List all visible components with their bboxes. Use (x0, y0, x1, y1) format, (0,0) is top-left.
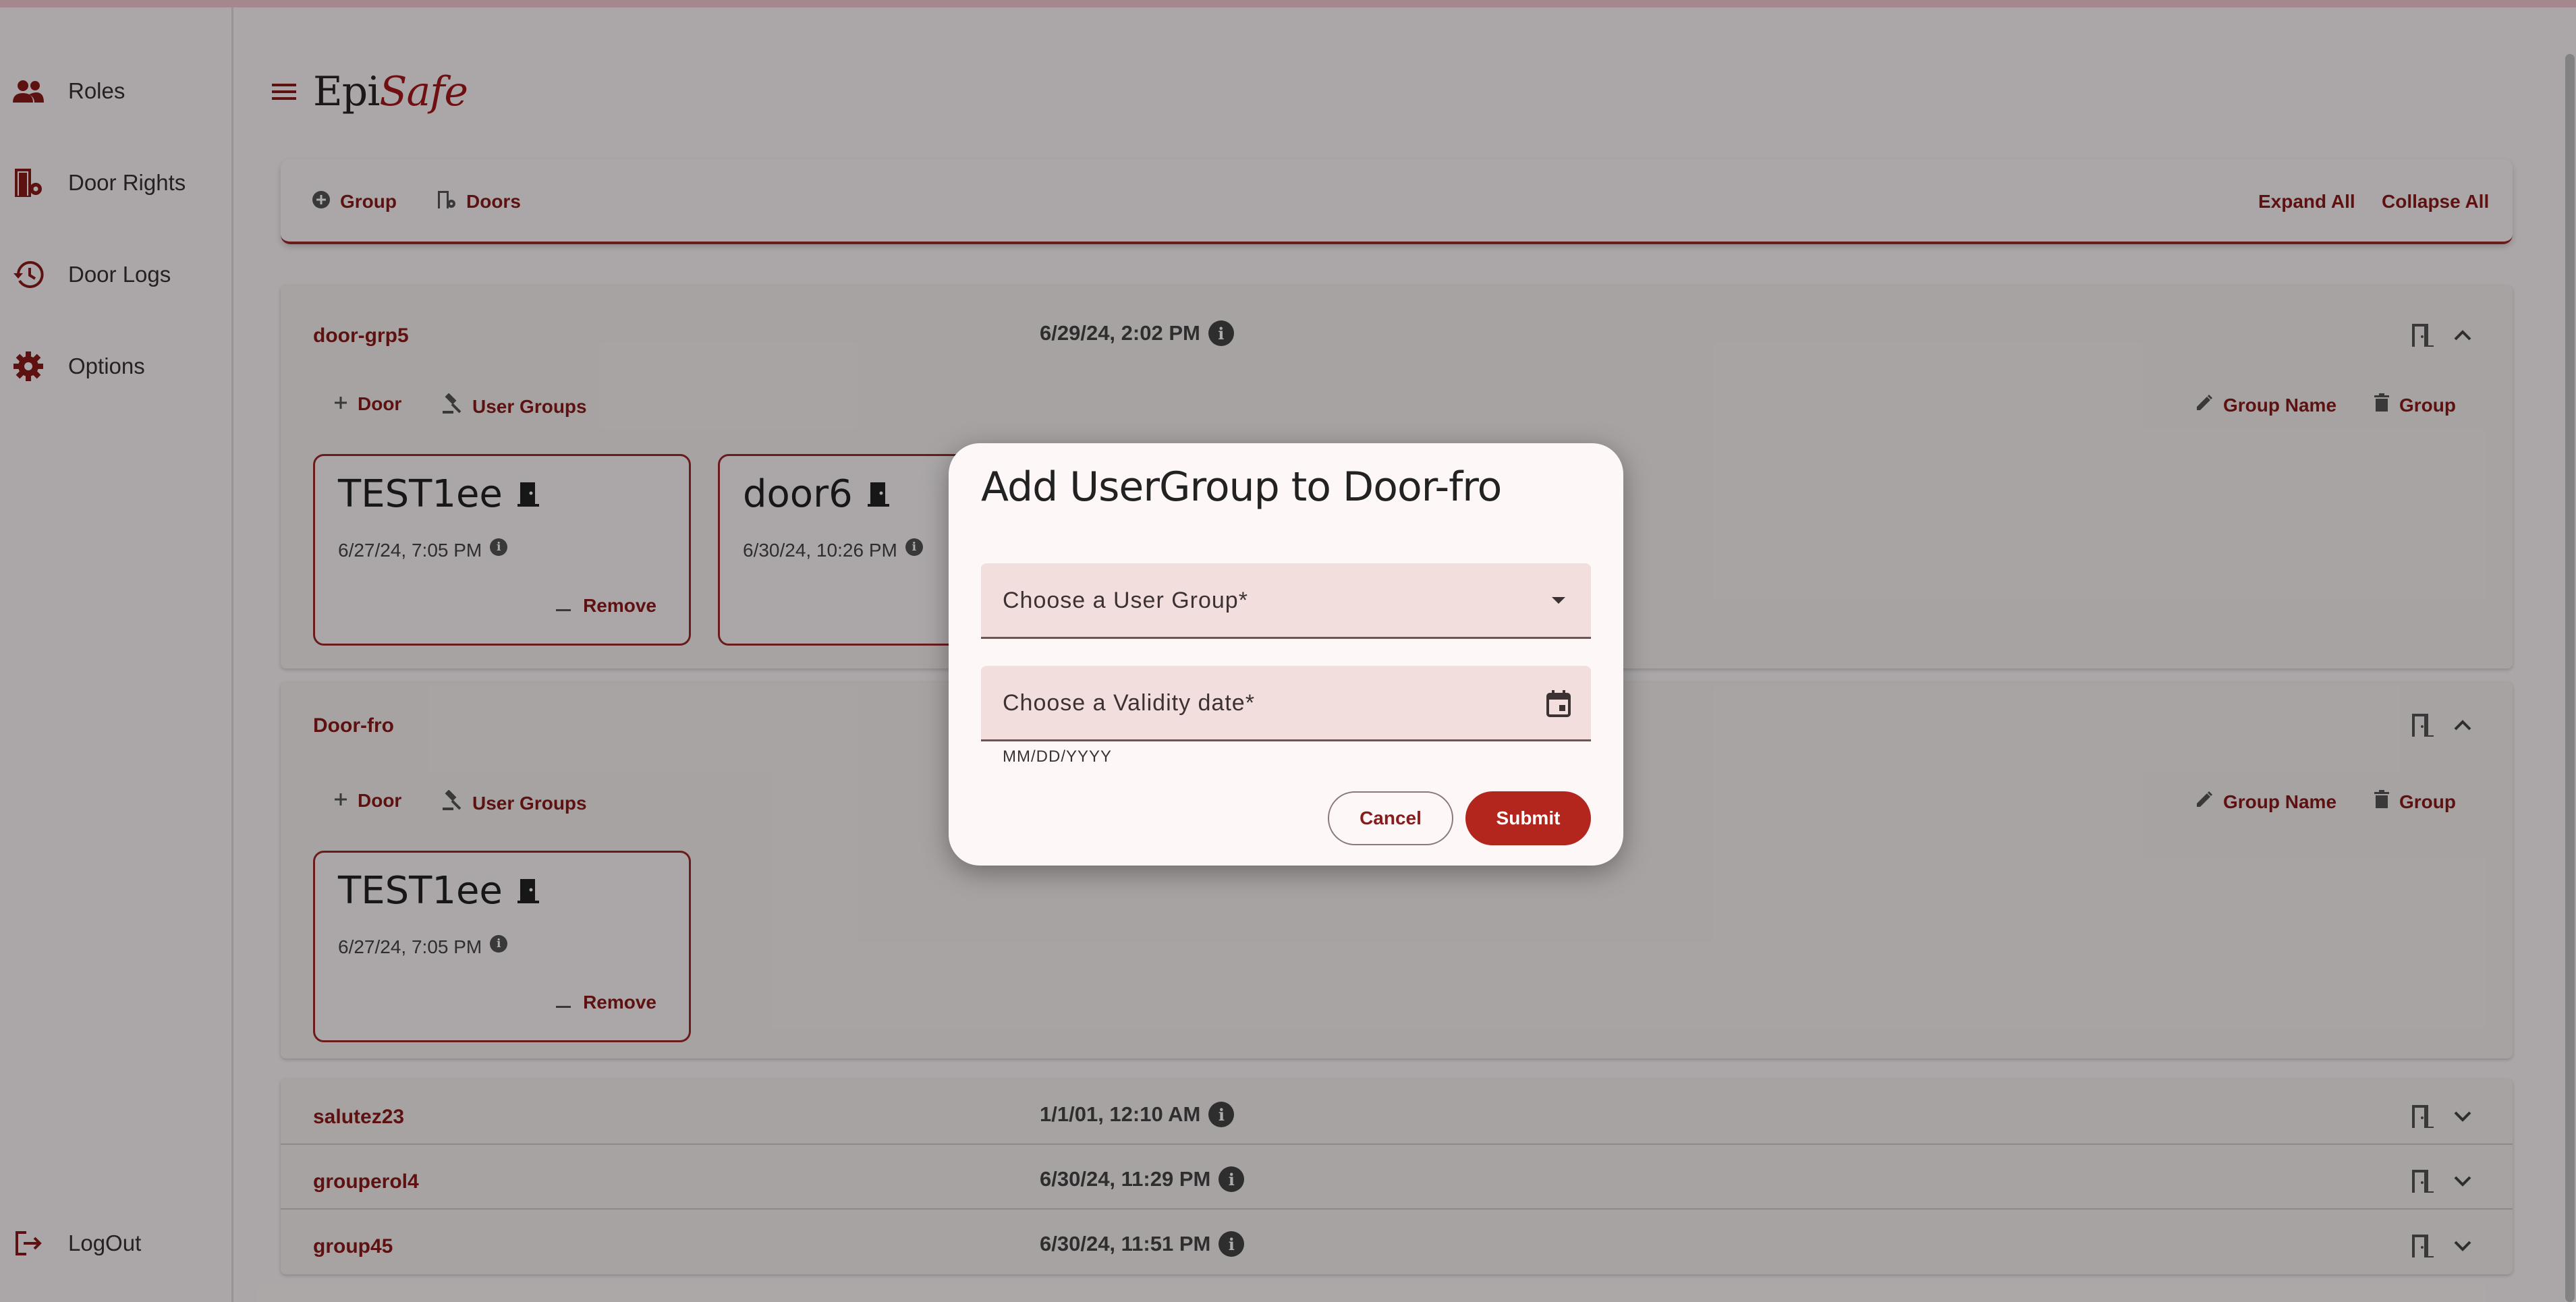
add-usergroup-dialog: Add UserGroup to Door-fro Choose a User … (949, 443, 1623, 866)
dropdown-arrow-icon[interactable] (1540, 582, 1577, 620)
cancel-button[interactable]: Cancel (1328, 791, 1453, 845)
date-format-hint: MM/DD/YYYY (1003, 747, 1113, 766)
validity-date-placeholder: Choose a Validity date* (1003, 690, 1255, 716)
dialog-title: Add UserGroup to Door-fro (981, 463, 1502, 511)
calendar-icon[interactable] (1540, 685, 1577, 723)
user-group-select[interactable]: Choose a User Group* (981, 563, 1591, 639)
submit-button[interactable]: Submit (1465, 791, 1591, 845)
user-group-placeholder: Choose a User Group* (1003, 588, 1248, 613)
validity-date-field[interactable]: Choose a Validity date* (981, 666, 1591, 741)
